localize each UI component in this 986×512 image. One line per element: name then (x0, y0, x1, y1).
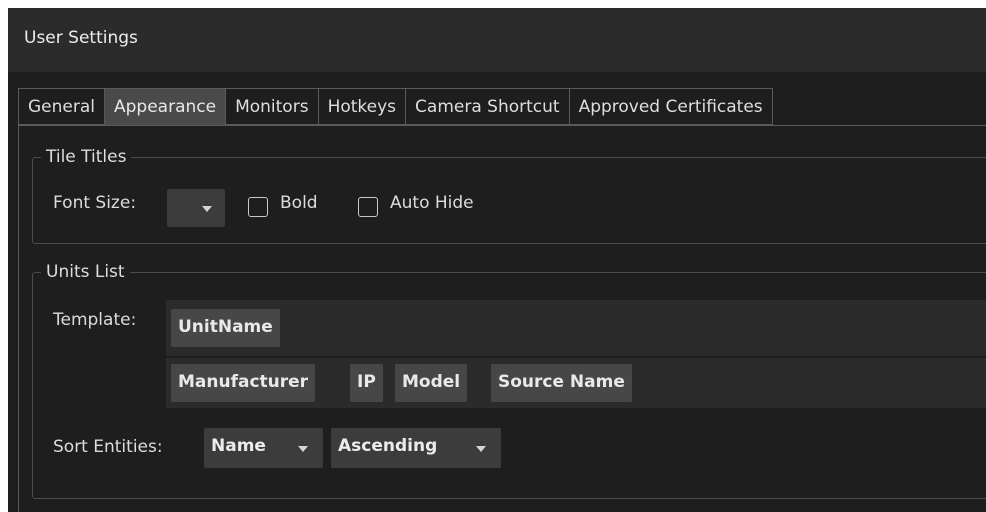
tab-approved-certificates[interactable]: Approved Certificates (569, 88, 773, 125)
field-chip-model[interactable]: Model (395, 364, 468, 402)
bold-label: Bold (280, 193, 318, 213)
font-size-dropdown[interactable] (167, 189, 225, 227)
field-chip-ip[interactable]: IP (350, 364, 383, 402)
tab-appearance[interactable]: Appearance (105, 88, 227, 126)
window-title: User Settings (24, 28, 138, 48)
bold-checkbox[interactable] (248, 197, 268, 217)
template-field-chip[interactable]: UnitName (171, 309, 280, 347)
sort-order-value: Ascending (338, 436, 438, 456)
auto-hide-checkbox[interactable] (358, 197, 378, 217)
tab-hotkeys[interactable]: Hotkeys (318, 88, 407, 125)
tile-titles-group: Tile Titles Font Size: Bold Auto Hide (32, 146, 986, 244)
field-chip-manufacturer[interactable]: Manufacturer (171, 364, 316, 402)
sort-entities-label: Sort Entities: (53, 437, 163, 457)
template-dropzone[interactable]: UnitName (166, 300, 986, 356)
units-list-legend: Units List (41, 261, 130, 283)
sort-order-dropdown[interactable]: Ascending (331, 428, 501, 468)
chevron-down-icon (202, 206, 212, 212)
field-chip-source-name[interactable]: Source Name (491, 364, 632, 402)
tab-camera-shortcut[interactable]: Camera Shortcut (406, 88, 570, 125)
appearance-pane: Tile Titles Font Size: Bold Auto Hide Un… (18, 125, 986, 512)
tab-strip: General Appearance Monitors Hotkeys Came… (18, 88, 773, 126)
tab-general[interactable]: General (18, 88, 105, 125)
tile-titles-legend: Tile Titles (41, 146, 132, 168)
auto-hide-label: Auto Hide (390, 193, 474, 213)
units-list-group: Units List Template: UnitName Manufactur… (32, 261, 986, 499)
tab-monitors[interactable]: Monitors (226, 88, 319, 125)
template-label: Template: (53, 310, 137, 330)
sort-field-dropdown[interactable]: Name (204, 428, 323, 468)
sort-field-value: Name (211, 436, 266, 456)
title-bar[interactable]: User Settings (8, 8, 986, 72)
font-size-label: Font Size: (53, 193, 137, 213)
chevron-down-icon (476, 446, 486, 452)
chevron-down-icon (298, 446, 308, 452)
settings-window: User Settings General Appearance Monitor… (8, 8, 986, 512)
available-fields-area: Manufacturer IP Model Source Name (166, 358, 986, 408)
